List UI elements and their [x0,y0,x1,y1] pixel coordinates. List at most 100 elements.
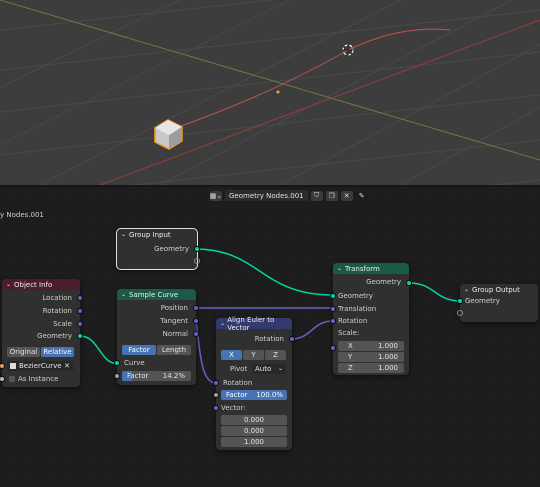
node-tree-browse-icon[interactable]: ▦⌄ [210,190,222,201]
factor-field[interactable]: Factor 100.0% [221,390,287,400]
pivot-value: Auto [255,365,272,373]
tangent-socket[interactable] [193,318,199,324]
object-info-node[interactable]: ⌄ Object Info Location Rotation Scale Geo… [0,279,83,387]
breadcrumb: y Nodes.001 [0,211,44,219]
pin-icon[interactable]: ✎ [356,191,368,201]
node-title: Align Euler to Vector [227,315,275,332]
tangent-label: Tangent [160,317,188,325]
link-objectinfo-samplecurve [79,335,121,364]
node-title: Object Info [14,280,53,289]
vector-z-field[interactable]: 1.000 [221,437,287,447]
node-tree-selector[interactable]: ▦⌄ Geometry Nodes.001 ⛉ ❐ ✕ ✎ [210,189,368,202]
factor-input-socket[interactable] [213,392,219,398]
factor-field[interactable]: Factor 14.2% [122,371,191,381]
transform-node[interactable]: ⌄ Transform Geometry Geometry Translation… [330,263,412,375]
collapse-chevron-icon[interactable]: ⌄ [337,265,345,272]
length-mode-button[interactable]: Length [157,345,191,355]
sample-curve-node[interactable]: ⌄ Sample Curve Position Tangent Normal Fa… [114,289,199,385]
rotation-input-socket[interactable] [213,380,219,386]
axis-y-button[interactable]: Y [243,350,264,360]
scale-z-field[interactable]: Z 1.000 [338,363,404,373]
rotation-label: Rotation [338,317,368,325]
curve-path [169,28,451,131]
normal-socket[interactable] [193,331,199,337]
position-label: Position [160,304,188,312]
node-editor[interactable]: ⌄ Group Input Geometry ⌄ Object Info Locat… [0,187,540,487]
axis-label: Z [348,364,353,372]
3d-viewport[interactable] [0,0,540,185]
link-transform-output [408,282,461,302]
factor-value: 100.0% [256,391,283,399]
geometry-input-socket[interactable] [330,293,336,299]
object-field[interactable]: BezierCurve ✕ [7,361,74,371]
as-instance-checkbox[interactable] [9,376,15,382]
vector-y-field[interactable]: 0.000 [221,426,287,436]
geometry-output-socket[interactable] [194,246,200,252]
scale-socket[interactable] [330,345,336,351]
curve-input-socket[interactable] [114,360,120,366]
axis-value: 1.000 [377,353,398,361]
viewport-grid [0,0,540,185]
collapse-chevron-icon[interactable]: ⌄ [121,231,129,238]
scale-y-field[interactable]: Y 1.000 [338,352,404,362]
align-euler-node[interactable]: ⌄ Align Euler to Vector Rotation X Y Z Pi… [213,315,295,450]
link-groupinput-transform [194,248,334,296]
pivot-dropdown[interactable]: Auto ⌄ [252,364,286,374]
group-output-node[interactable]: ⌄ Group Output Geometry [457,284,538,322]
axis-value: 1.000 [377,342,398,350]
factor-label: Factor [226,391,248,399]
rotation-label: Rotation [42,307,72,315]
geometry-output-label: Geometry [154,245,189,253]
normal-label: Normal [162,330,188,338]
node-title: Group Output [472,285,520,294]
chevron-down-icon: ⌄ [277,365,283,372]
3d-cursor[interactable] [341,43,355,57]
object-input-socket[interactable] [0,363,5,369]
scale-socket[interactable] [77,321,83,327]
duplicate-icon[interactable]: ❐ [325,190,338,201]
rotation-socket[interactable] [330,318,336,324]
clear-icon[interactable]: ✕ [64,361,70,371]
geometry-socket[interactable] [77,333,83,339]
as-instance-socket[interactable] [0,376,5,382]
translation-socket[interactable] [330,306,336,312]
node-tree-name[interactable]: Geometry Nodes.001 [225,190,308,201]
scale-label: Scale [53,320,72,328]
curve-label: Curve [124,359,145,367]
geometry-input-label: Geometry [338,292,373,300]
translation-label: Translation [338,305,377,313]
relative-button[interactable]: Relative [41,347,74,357]
close-icon[interactable]: ✕ [340,190,353,201]
collapse-chevron-icon[interactable]: ⌄ [220,320,227,327]
position-socket[interactable] [193,305,199,311]
vector-input-socket[interactable] [213,405,219,411]
geometry-output-socket[interactable] [406,280,412,286]
scale-x-field[interactable]: X 1.000 [338,341,404,351]
collapse-chevron-icon[interactable]: ⌄ [464,286,472,293]
group-input-node[interactable]: ⌄ Group Input Geometry [116,228,200,270]
rotation-output-label: Rotation [254,335,284,343]
rotation-input-label: Rotation [223,379,253,387]
geometry-input-socket[interactable] [457,298,463,304]
fake-user-shield-icon[interactable]: ⛉ [310,190,323,201]
node-title: Group Input [129,230,171,239]
node-title: Transform [345,264,380,273]
collapse-chevron-icon[interactable]: ⌄ [121,291,129,298]
empty-input-socket[interactable] [457,310,463,316]
axis-label: Y [348,353,353,361]
rotation-output-socket[interactable] [289,336,295,342]
geometry-output-label: Geometry [366,278,401,286]
location-socket[interactable] [77,295,83,301]
collapse-chevron-icon[interactable]: ⌄ [6,281,14,288]
axis-z-button[interactable]: Z [265,350,286,360]
link-tangent-rotation [195,320,217,384]
scale-label: Scale: [338,329,360,337]
factor-input-socket[interactable] [114,373,120,379]
rotation-socket[interactable] [77,308,83,314]
factor-mode-button[interactable]: Factor [122,345,156,355]
axis-x-button[interactable]: X [221,350,242,360]
empty-output-socket[interactable] [194,258,200,264]
original-button[interactable]: Original [7,347,40,357]
vector-x-field[interactable]: 0.000 [221,415,287,425]
vector-label: Vector: [221,404,246,412]
